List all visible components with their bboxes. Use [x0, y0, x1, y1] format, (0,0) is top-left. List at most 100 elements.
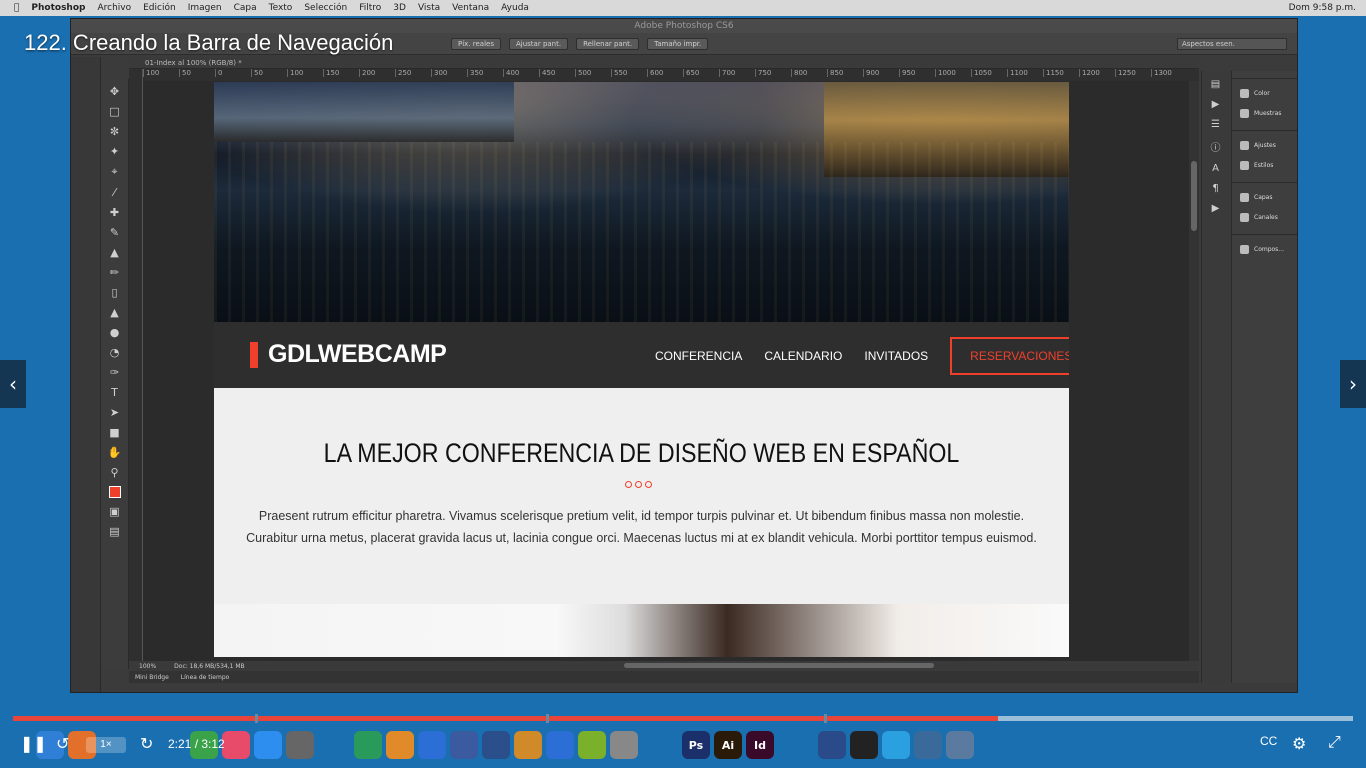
eyedropper-tool-icon[interactable]: ⁄	[114, 186, 116, 199]
eraser-tool-icon[interactable]: ▯	[111, 286, 117, 299]
doc-size: Doc: 18,6 MB/534,1 MB	[174, 662, 245, 670]
tab-mini-bridge[interactable]: Mini Bridge	[135, 674, 169, 681]
right-panel-group: Color Muestras Ajustes Estilos Capas Can…	[1231, 71, 1297, 683]
site-logo: GDLWEBCAMP	[268, 340, 447, 368]
menu-vista[interactable]: Vista	[418, 3, 440, 13]
previous-lesson-button[interactable]: ‹	[0, 360, 26, 408]
vertical-scrollbar[interactable]	[1189, 81, 1199, 661]
vertical-ruler	[129, 69, 143, 661]
crop-tool-icon[interactable]: ⌖	[111, 165, 117, 179]
nav-invitados: INVITADOS	[864, 349, 929, 363]
menu-ventana[interactable]: Ventana	[452, 3, 489, 13]
panel-layer-comps[interactable]: Compos...	[1232, 239, 1297, 259]
menu-texto[interactable]: Texto	[269, 3, 293, 13]
menu-archivo[interactable]: Archivo	[97, 3, 131, 13]
channels-icon	[1240, 212, 1249, 222]
intro-paragraph: Praesent rutrum efficitur pharetra. Viva…	[246, 509, 1037, 545]
ruler-tick: 650	[683, 69, 719, 77]
ruler-tick: 900	[863, 69, 899, 77]
menubar-clock[interactable]: Dom 9:58 p.m.	[1289, 3, 1356, 13]
fill-screen-button[interactable]: Rellenar pant.	[576, 37, 640, 50]
panel-styles[interactable]: Estilos	[1232, 155, 1297, 175]
ruler-tick: 700	[719, 69, 755, 77]
pen-tool-icon[interactable]: ✑	[110, 366, 119, 379]
history-icon[interactable]: ▤	[1211, 79, 1220, 90]
next-lesson-button[interactable]: ›	[1340, 360, 1366, 408]
settings-gear-icon[interactable]: ⚙	[1292, 734, 1306, 754]
history-brush-tool-icon[interactable]: ✏	[110, 266, 119, 279]
zoom-tool-icon[interactable]: ⚲	[110, 466, 118, 479]
bucket-tool-icon[interactable]: ▲	[110, 306, 118, 319]
menubar-app-name[interactable]: Photoshop	[31, 3, 85, 13]
menu-imagen[interactable]: Imagen	[188, 3, 222, 13]
screen-mode-icon[interactable]: ▤	[109, 525, 119, 538]
horizontal-scrollbar[interactable]	[624, 663, 934, 668]
forward-icon[interactable]: ↻	[140, 734, 153, 754]
stamp-tool-icon[interactable]: ▲	[110, 246, 118, 259]
move-tool-icon[interactable]: ✥	[110, 85, 119, 98]
menu-ayuda[interactable]: Ayuda	[501, 3, 529, 13]
magic-wand-tool-icon[interactable]: ✦	[110, 145, 119, 158]
pause-icon[interactable]: ❚❚	[20, 734, 47, 754]
ruler-tick: 550	[611, 69, 647, 77]
chevron-left-icon: ‹	[9, 372, 17, 396]
playback-speed-button[interactable]: 1×	[86, 737, 126, 753]
print-size-button[interactable]: Tamaño impr.	[647, 37, 709, 50]
panel-adjustments[interactable]: Ajustes	[1232, 135, 1297, 155]
properties-icon[interactable]: ☰	[1211, 119, 1220, 130]
tab-timeline[interactable]: Línea de tiempo	[181, 674, 230, 681]
panel-channels[interactable]: Canales	[1232, 207, 1297, 227]
marquee-tool-icon[interactable]: □	[109, 105, 119, 118]
type-tool-icon[interactable]: T	[111, 386, 118, 399]
ruler-tick: 50	[251, 69, 287, 77]
ruler-tick: 1250	[1115, 69, 1151, 77]
paragraph-icon[interactable]: ¶	[1212, 183, 1218, 194]
fit-screen-button[interactable]: Ajustar pant.	[508, 37, 569, 50]
ruler-tick: 1100	[1007, 69, 1043, 77]
status-bar: 100% Doc: 18,6 MB/534,1 MB	[129, 661, 1199, 671]
quick-mask-icon[interactable]: ▣	[109, 505, 119, 518]
site-navbar: GDLWEBCAMP CONFERENCIA CALENDARIO INVITA…	[214, 322, 1069, 388]
zoom-level[interactable]: 100%	[139, 663, 156, 670]
panel-layers[interactable]: Capas	[1232, 187, 1297, 207]
menu-capa[interactable]: Capa	[234, 3, 257, 13]
panel-swatches[interactable]: Muestras	[1232, 103, 1297, 123]
lasso-tool-icon[interactable]: ✼	[110, 125, 119, 138]
dodge-tool-icon[interactable]: ◔	[110, 346, 120, 359]
path-selection-tool-icon[interactable]: ➤	[110, 406, 119, 419]
menu-filtro[interactable]: Filtro	[359, 3, 381, 13]
exit-fullscreen-icon[interactable]: ⤢	[1328, 734, 1341, 752]
menu-3d[interactable]: 3D	[393, 3, 406, 13]
rewind-icon[interactable]: ↺	[56, 734, 69, 754]
workspace-select[interactable]: Aspectos esen.	[1177, 37, 1287, 50]
blur-tool-icon[interactable]: ●	[110, 326, 120, 339]
actual-pixels-button[interactable]: Píx. reales	[451, 37, 501, 50]
player-controls: ❚❚ ↺ 1× ↻ 2:21 / 3:12 CC ⚙ ⤢	[0, 722, 1366, 768]
menu-seleccion[interactable]: Selección	[304, 3, 347, 13]
ruler-tick: 950	[899, 69, 935, 77]
play-icon[interactable]: ▶	[1212, 203, 1220, 214]
rectangle-tool-icon[interactable]: ■	[109, 426, 119, 439]
info-icon[interactable]: ⓘ	[1211, 139, 1221, 154]
apple-icon[interactable]: 	[14, 3, 19, 13]
nav-calendario: CALENDARIO	[764, 349, 843, 363]
brush-tool-icon[interactable]: ✎	[110, 226, 119, 239]
captions-button[interactable]: CC	[1260, 734, 1277, 748]
video-progress-fill	[13, 716, 998, 721]
document-tab[interactable]: 01-Index al 100% (RGB/8) *	[129, 57, 1199, 69]
right-icon-dock: ▤ ▶ ☰ ⓘ A ¶ ▶	[1201, 71, 1229, 683]
panel-color[interactable]: Color	[1232, 83, 1297, 103]
hand-tool-icon[interactable]: ✋	[108, 446, 122, 459]
scroll-thumb[interactable]	[1191, 161, 1197, 231]
ruler-tick: 1150	[1043, 69, 1079, 77]
menu-edicion[interactable]: Edición	[143, 3, 176, 13]
video-progress-bar[interactable]	[13, 714, 1353, 723]
ruler-tick: 50	[179, 69, 215, 77]
ruler-tick: 1050	[971, 69, 1007, 77]
ruler-tick: 300	[431, 69, 467, 77]
foreground-color-swatch[interactable]	[108, 486, 121, 498]
actions-icon[interactable]: ▶	[1212, 99, 1220, 110]
ruler-tick: 350	[467, 69, 503, 77]
character-icon[interactable]: A	[1212, 163, 1219, 174]
healing-tool-icon[interactable]: ✚	[110, 206, 119, 219]
